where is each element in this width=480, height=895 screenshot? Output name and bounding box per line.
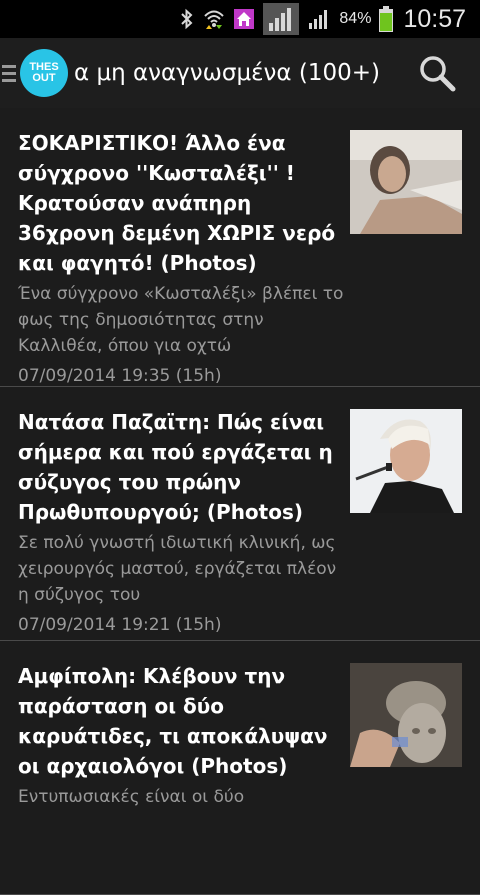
page-title: α μη αναγνωσμένα (100+) [74, 60, 380, 86]
article-headline: Αμφίπολη: Κλέβουν την παράσταση οι δύο κ… [18, 664, 328, 778]
search-button[interactable] [418, 54, 458, 94]
article-headline: Νατάσα Παζαϊτη: Πώς είναι σήμερα και πού… [18, 410, 333, 524]
clock: 10:57 [403, 4, 466, 33]
signal-icon [307, 7, 331, 31]
article-snippet: Σε πολύ γνωστή ιδιωτική κλινική, ως χειρ… [18, 533, 337, 605]
bluetooth-icon [179, 7, 195, 31]
article-thumbnail [350, 409, 462, 513]
article-timestamp: 07/09/2014 19:35 (15h) [18, 366, 222, 386]
article-headline: ΣΟΚΑΡΙΣΤΙΚΟ! Άλλο ένα σύγχρονο ''Κωσταλέ… [18, 131, 336, 275]
logo-text-bottom: OUT [32, 72, 56, 84]
article-timestamp: 07/09/2014 19:21 (15h) [18, 615, 222, 635]
article-list: ΣΟΚΑΡΙΣΤΙΚΟ! Άλλο ένα σύγχρονο ''Κωσταλέ… [0, 108, 480, 895]
home-icon [233, 7, 255, 31]
article-snippet: Ένα σύγχρονο «Κωσταλέξι» βλέπει το φως τ… [18, 284, 344, 356]
battery-percent: 84% [339, 10, 372, 27]
list-item[interactable]: Νατάσα Παζαϊτη: Πώς είναι σήμερα και πού… [0, 387, 480, 641]
drawer-toggle-icon[interactable] [2, 64, 16, 82]
status-bar: 84% 10:57 [0, 0, 480, 38]
app-logo[interactable]: THES OUT [20, 49, 68, 97]
article-thumbnail [350, 130, 462, 234]
search-icon [420, 56, 456, 92]
battery-icon [379, 6, 394, 32]
signal-icon [263, 3, 300, 35]
list-item[interactable]: Αμφίπολη: Κλέβουν την παράσταση οι δύο κ… [0, 641, 480, 895]
list-item[interactable]: ΣΟΚΑΡΙΣΤΙΚΟ! Άλλο ένα σύγχρονο ''Κωσταλέ… [0, 108, 480, 387]
article-snippet: Εντυπωσιακές είναι οι δύο [18, 787, 245, 807]
article-thumbnail [350, 663, 462, 767]
action-bar: THES OUT α μη αναγνωσμένα (100+) [0, 38, 480, 108]
wifi-icon [203, 7, 225, 31]
